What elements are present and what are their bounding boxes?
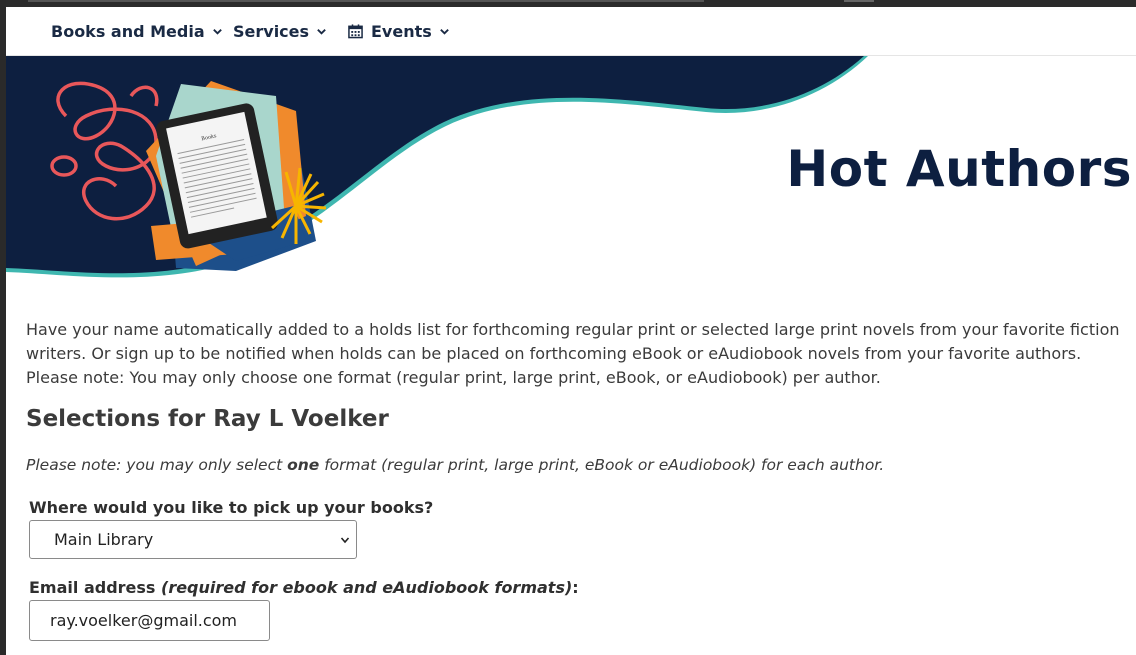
email-label: Email address (required for ebook and eA… [29, 578, 579, 597]
format-note: Please note: you may only select one for… [26, 456, 884, 474]
browser-top-strip [6, 0, 1136, 7]
selections-heading: Selections for Ray L Voelker [26, 406, 389, 432]
main-navigation: Books and Media Services Events [6, 7, 1136, 56]
nav-services[interactable]: Services [233, 7, 327, 55]
chevron-down-icon [340, 537, 350, 544]
pickup-location-select[interactable]: Main Library [29, 520, 357, 559]
email-label-text: Email address [29, 578, 161, 597]
nav-events-label: Events [371, 21, 432, 41]
chevron-down-icon [212, 28, 222, 35]
nav-books-and-media[interactable]: Books and Media [51, 7, 223, 55]
scroll-indicator-secondary [844, 0, 874, 2]
email-input[interactable]: ray.voelker@gmail.com [29, 600, 270, 641]
page-title: Hot Authors [786, 140, 1132, 198]
nav-events[interactable]: Events [348, 7, 450, 55]
calendar-icon [348, 24, 363, 39]
format-note-text-after: format (regular print, large print, eBoo… [319, 456, 885, 474]
format-note-emphasis: one [287, 456, 320, 474]
scroll-indicator [28, 0, 704, 2]
nav-books-and-media-label: Books and Media [51, 21, 205, 41]
chevron-down-icon [317, 28, 326, 35]
pickup-location-label: Where would you like to pick up your boo… [29, 498, 434, 517]
page: Books and Media Services Events Books Ho… [6, 0, 1136, 655]
email-input-value: ray.voelker@gmail.com [50, 611, 238, 630]
main-content: Have your name automatically added to a … [26, 318, 1126, 641]
intro-paragraph: Have your name automatically added to a … [26, 320, 1120, 387]
chevron-down-icon [439, 28, 449, 35]
format-note-text-before: Please note: you may only select [26, 456, 288, 474]
email-label-requirement: (required for ebook and eAudiobook forma… [161, 578, 573, 597]
email-label-colon: : [572, 578, 579, 597]
nav-services-label: Services [233, 21, 310, 41]
hero-banner: Books Hot Authors [6, 56, 1136, 278]
pickup-location-selected-value: Main Library [54, 530, 154, 549]
